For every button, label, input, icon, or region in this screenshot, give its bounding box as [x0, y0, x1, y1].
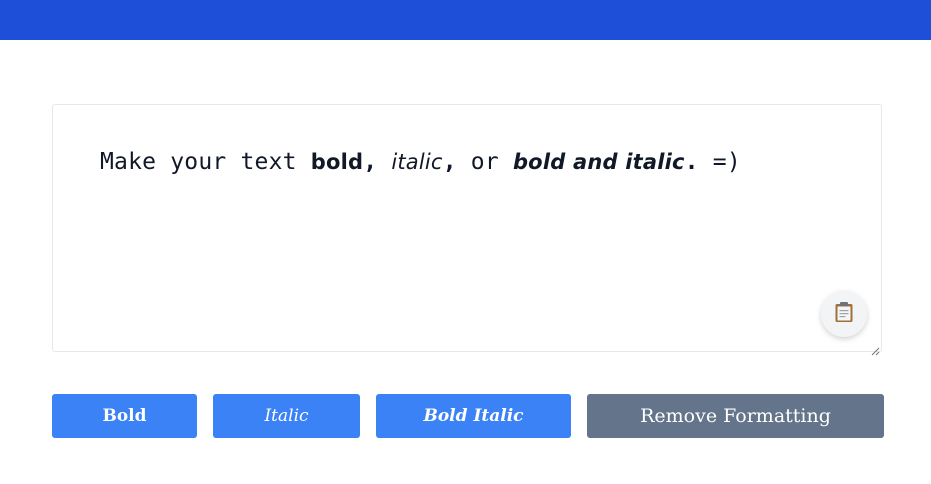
copy-to-clipboard-button[interactable]: [821, 291, 867, 337]
text-editor[interactable]: Make your text bold, italic, or bold and…: [52, 104, 882, 356]
bold-italic-text-segment: bold and italic: [512, 150, 685, 174]
bold-text-segment: bold: [310, 150, 364, 174]
italic-text-segment: italic: [391, 150, 443, 174]
text-segment: or: [456, 149, 513, 175]
text-segment: =): [698, 149, 741, 175]
text-segment: Make your text: [100, 149, 311, 175]
bold-italic-button[interactable]: Bold Italic: [376, 394, 571, 438]
bold-button[interactable]: Bold: [52, 394, 197, 438]
text-segment: ,: [442, 149, 457, 175]
resize-handle[interactable]: [871, 341, 880, 356]
italic-button[interactable]: Italic: [213, 394, 360, 438]
clipboard-icon: [834, 301, 854, 327]
editor-content[interactable]: Make your text bold, italic, or bold and…: [100, 149, 741, 175]
text-segment: .: [684, 149, 699, 175]
remove-formatting-button[interactable]: Remove Formatting: [587, 394, 884, 438]
top-header-bar: [0, 0, 931, 40]
text-segment: ,: [363, 149, 392, 175]
